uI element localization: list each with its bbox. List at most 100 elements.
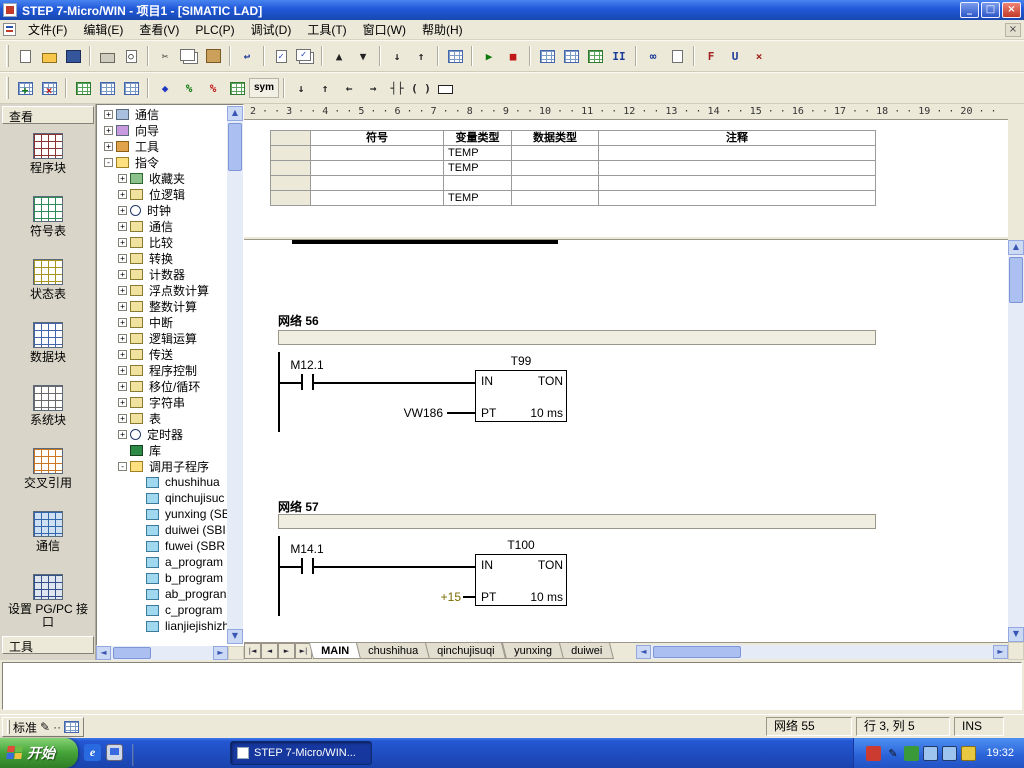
menu-item[interactable]: 查看(V) [131,21,187,39]
sidebar-item[interactable]: 系统块 [2,380,94,443]
insert-coil-button[interactable]: ( ) [409,77,433,99]
chart-status-button[interactable] [559,45,583,67]
data-type-cell[interactable] [512,161,599,176]
tree-expander[interactable]: + [118,270,127,279]
tree-expander[interactable]: + [118,382,127,391]
scroll-right-button[interactable]: ► [993,645,1008,659]
var-type-cell[interactable]: TEMP [444,146,512,161]
mdi-close-button[interactable]: × [1005,23,1021,37]
tree-expander[interactable]: + [118,254,127,263]
symbol-cell[interactable] [311,161,444,176]
tree-item[interactable]: + 程序控制 [98,362,228,378]
undo-button[interactable]: ↩ [235,45,259,67]
insert-box-button[interactable] [433,77,457,99]
tree-item[interactable]: b_program [98,570,228,586]
compile-all-button[interactable]: ✓ [293,45,317,67]
line-right-button[interactable]: → [361,77,385,99]
editor-horizontal-scrollbar[interactable]: ◄ ► [636,645,1008,659]
insert-network-button[interactable]: + [13,77,37,99]
menu-item[interactable]: 文件(F) [20,21,75,39]
close-button[interactable]: × [1002,2,1021,18]
tree-item[interactable]: + 字符串 [98,394,228,410]
tree-item[interactable]: c_program [98,602,228,618]
tree-item[interactable]: - 指令 [98,154,228,170]
view-bar-header[interactable]: 查看 [2,106,94,124]
symbol-info-button[interactable] [95,77,119,99]
comment-cell[interactable] [599,161,876,176]
tree-item[interactable]: + 通信 [98,218,228,234]
sidebar-item[interactable]: 状态表 [2,254,94,317]
tree-expander[interactable]: + [118,302,127,311]
comment-cell[interactable] [599,191,876,206]
write-all-button[interactable] [665,45,689,67]
read-all-button[interactable]: ∞ [641,45,665,67]
pen-icon[interactable]: ✎ [40,720,50,734]
tree-expander[interactable]: + [118,222,127,231]
scroll-right-button[interactable]: ► [213,646,228,660]
row-header-cell[interactable] [271,176,311,191]
sidebar-item[interactable]: 设置 PG/PC 接口 [2,569,94,632]
open-button[interactable] [37,45,61,67]
tree-expander[interactable]: + [118,238,127,247]
insert-contact-button[interactable]: ┤├ [385,77,409,99]
tree-item[interactable]: chushihua [98,474,228,490]
network-comment-bar[interactable] [278,330,876,345]
tree-expander[interactable]: + [118,350,127,359]
scroll-left-button[interactable]: ◄ [636,645,651,659]
pt-operand[interactable]: +15 [403,590,461,604]
tab-nav-button[interactable]: ◄ [261,643,278,659]
tree-item[interactable]: + 工具 [98,138,228,154]
tools-bar-header[interactable]: 工具 [2,636,94,654]
download-button[interactable]: ▼ [351,45,375,67]
sort-descending-button[interactable]: ↑ [409,45,433,67]
tree-item[interactable]: + 位逻辑 [98,186,228,202]
tab-nav-button[interactable]: ► [278,643,295,659]
comment-cell[interactable] [599,146,876,161]
force-button[interactable]: F [699,45,723,67]
tree-item[interactable]: ab_progran [98,586,228,602]
tab[interactable]: MAIN [309,643,361,659]
new-file-button[interactable] [13,45,37,67]
ladder-editor[interactable]: 网络 56 M12.1 T99 IN TON PT 10 ms VW186 网络… [244,240,1008,642]
line-down-button[interactable]: ↓ [289,77,313,99]
tray-volume-icon[interactable] [961,746,976,761]
row-header-cell[interactable] [271,191,311,206]
timer-operand[interactable]: T99 [475,354,567,368]
tree-expander[interactable]: - [104,158,113,167]
print-preview-button[interactable]: ○ [119,45,143,67]
data-type-cell[interactable] [512,176,599,191]
var-type-cell[interactable]: TEMP [444,161,512,176]
tree-expander[interactable]: + [104,110,113,119]
tree-expander[interactable]: - [118,462,127,471]
output-window[interactable] [2,662,1022,710]
scrollbar-thumb[interactable] [653,646,741,658]
program-status-button[interactable] [535,45,559,67]
sidebar-item[interactable]: 数据块 [2,317,94,380]
status-on-button[interactable]: % [177,77,201,99]
options-button[interactable] [443,45,467,67]
taskbar-task-button[interactable]: STEP 7-Micro/WIN... [230,741,372,765]
scroll-up-button[interactable]: ▲ [1008,240,1024,255]
menu-item[interactable]: 窗口(W) [355,21,414,39]
scrollbar-thumb[interactable] [228,123,242,171]
editor-vertical-scrollbar[interactable]: ▲ ▼ [1008,240,1024,642]
stop-button[interactable]: ■ [501,45,525,67]
scroll-up-button[interactable]: ▲ [227,106,243,121]
contact-operand[interactable]: M14.1 [277,542,337,556]
symbol-cell[interactable] [311,146,444,161]
unforce-all-button[interactable]: × [747,45,771,67]
docked-toolbar[interactable]: 标准 ✎ ·· [2,717,84,737]
status-chart-button[interactable] [225,77,249,99]
run-button[interactable]: ▶ [477,45,501,67]
tray-status-icon[interactable] [904,746,919,761]
tree-item[interactable]: qinchujisuc [98,490,228,506]
tray-app-icon[interactable] [866,746,881,761]
tree-item[interactable]: 库 [98,442,228,458]
sidebar-item[interactable]: 通信 [2,506,94,569]
tree-item[interactable]: + 表 [98,410,228,426]
tree-expander[interactable]: + [118,286,127,295]
tree-expander[interactable]: + [118,366,127,375]
save-button[interactable] [61,45,85,67]
symbol-table-button[interactable] [71,77,95,99]
tree-item[interactable]: + 计数器 [98,266,228,282]
